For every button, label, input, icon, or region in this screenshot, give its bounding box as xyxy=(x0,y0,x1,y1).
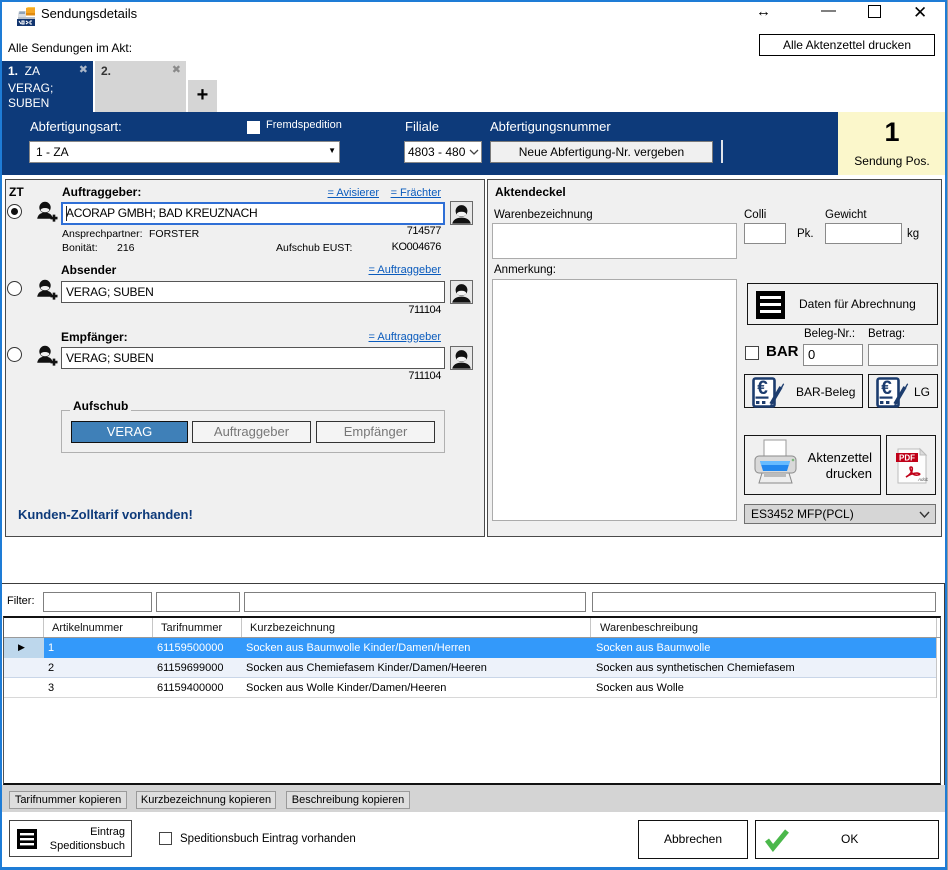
svg-text:PDF: PDF xyxy=(899,454,915,463)
svg-text:€: € xyxy=(757,378,768,399)
svg-text:€: € xyxy=(881,378,892,399)
svg-text:Adobe: Adobe xyxy=(917,477,928,482)
